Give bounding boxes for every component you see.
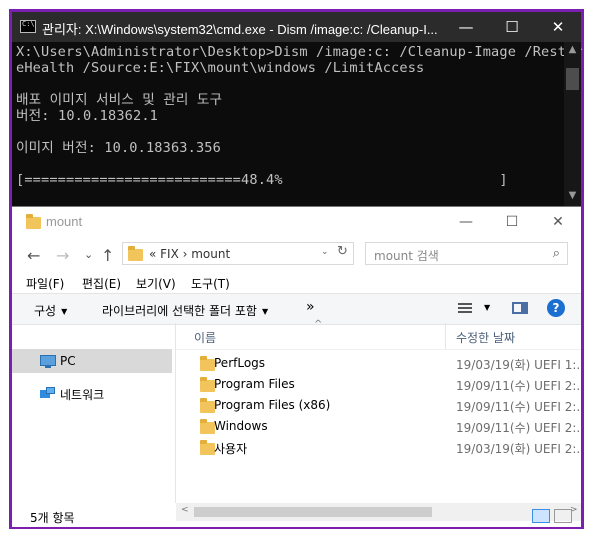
file-date: 19/03/19(화) UEFI 2:... — [456, 442, 581, 456]
recent-locations-icon[interactable]: ⌄ — [84, 248, 93, 261]
explorer-minimize-button[interactable]: — — [443, 207, 489, 237]
file-name: Program Files (x86) — [214, 398, 331, 412]
column-header: 이름 ^ 수정한 날짜 — [176, 319, 581, 350]
column-date-header[interactable]: 수정한 날짜 — [456, 329, 515, 346]
column-name-header[interactable]: 이름 — [194, 329, 216, 346]
folder-icon — [200, 377, 215, 392]
explorer-close-button[interactable]: ✕ — [535, 207, 581, 237]
cmd-close-button[interactable]: ✕ — [535, 12, 581, 42]
folder-icon — [200, 440, 215, 455]
file-date: 19/09/11(수) UEFI 2:... — [456, 400, 581, 414]
file-name: PerfLogs — [214, 356, 266, 370]
view-options-button[interactable]: ▼ — [479, 300, 490, 314]
item-count: 5개 항목 — [30, 511, 75, 525]
organize-label: 구성 — [34, 304, 57, 318]
file-list: 이름 ^ 수정한 날짜 PerfLogs 19/03/19(화) UEFI 1:… — [176, 319, 581, 503]
navigation-bar: ← → ⌄ ↑ « FIX › mount ⌄ ↻ mount 검색 ⌕ — [12, 239, 581, 271]
search-input[interactable]: mount 검색 ⌕ — [365, 242, 568, 265]
more-commands-button[interactable]: » — [306, 299, 315, 315]
computer-icon — [40, 355, 56, 368]
cmd-line: X:\Users\Administrator\Desktop>Dism /ima… — [16, 44, 583, 60]
cmd-scroll-thumb[interactable] — [566, 68, 579, 90]
scroll-down-icon[interactable]: ▼ — [564, 190, 581, 201]
include-in-library-button[interactable]: 라이브러리에 선택한 폴더 포함 ▼ — [102, 302, 268, 319]
chevron-down-icon[interactable]: ⌄ — [321, 247, 329, 257]
file-name: Program Files — [214, 377, 295, 391]
cmd-titlebar[interactable]: 관리자: X:\Windows\system32\cmd.exe - Dism … — [12, 12, 581, 42]
menu-view[interactable]: 보기(V) — [136, 275, 176, 292]
caret-down-icon: ▼ — [261, 307, 269, 316]
nav-item-label: PC — [60, 354, 76, 368]
folder-icon — [200, 356, 215, 371]
preview-pane-icon[interactable] — [512, 302, 528, 314]
file-date: 19/09/11(수) UEFI 2:... — [456, 379, 581, 393]
menu-tools[interactable]: 도구(T) — [191, 275, 230, 292]
cmd-output[interactable]: X:\Users\Administrator\Desktop>Dism /ima… — [16, 44, 583, 204]
nav-item-network[interactable]: 네트워크 — [12, 381, 172, 405]
cmd-minimize-button[interactable]: — — [443, 12, 489, 42]
include-in-library-label: 라이브러리에 선택한 폴더 포함 — [102, 304, 257, 318]
address-bar[interactable]: « FIX › mount ⌄ ↻ — [122, 242, 354, 265]
cmd-window: 관리자: X:\Windows\system32\cmd.exe - Dism … — [12, 12, 583, 206]
folder-icon — [200, 398, 215, 413]
help-icon[interactable]: ? — [547, 299, 565, 317]
cmd-line — [16, 76, 562, 92]
organize-button[interactable]: 구성 ▼ — [34, 302, 67, 319]
folder-icon — [26, 214, 41, 229]
explorer-maximize-button[interactable]: ☐ — [489, 207, 535, 237]
cmd-line: 이미지 버전: 10.0.18363.356 — [16, 140, 221, 156]
nav-item-pc[interactable]: PC — [12, 349, 172, 373]
cmd-line: 버전: 10.0.18362.1 — [16, 108, 158, 124]
back-arrow-icon[interactable]: ← — [27, 246, 40, 265]
file-row[interactable]: Program Files 19/09/11(수) UEFI 2:... — [176, 374, 581, 395]
command-bar: 구성 ▼ 라이브러리에 선택한 폴더 포함 ▼ » ▼ ? — [12, 293, 581, 325]
up-arrow-icon[interactable]: ↑ — [101, 246, 114, 265]
explorer-window: mount — ☐ ✕ ← → ⌄ ↑ « FIX › mount ⌄ ↻ mo… — [12, 206, 581, 527]
cmd-progress-line: [==========================48.4% ] — [16, 172, 508, 188]
sort-ascending-icon: ^ — [314, 319, 323, 330]
breadcrumb[interactable]: « FIX › mount — [149, 247, 230, 261]
details-view-icon[interactable] — [532, 509, 550, 523]
cmd-app-icon — [20, 20, 36, 33]
caret-down-icon: ▼ — [484, 303, 491, 312]
navigation-pane: PC 네트워크 — [12, 323, 176, 503]
scroll-up-icon[interactable]: ▲ — [564, 44, 581, 55]
menu-file[interactable]: 파일(F) — [26, 275, 64, 292]
large-icons-view-icon[interactable] — [554, 509, 572, 523]
file-name: 사용자 — [214, 442, 248, 456]
file-name: Windows — [214, 419, 268, 433]
search-icon[interactable]: ⌕ — [553, 246, 560, 261]
file-row[interactable]: Windows 19/09/11(수) UEFI 2:... — [176, 416, 581, 437]
file-date: 19/09/11(수) UEFI 2:... — [456, 421, 581, 435]
cmd-line — [16, 156, 562, 172]
column-divider[interactable] — [445, 323, 446, 349]
forward-arrow-icon[interactable]: → — [56, 246, 69, 265]
screenshot-frame: 관리자: X:\Windows\system32\cmd.exe - Dism … — [9, 9, 584, 529]
cmd-maximize-button[interactable]: ☐ — [489, 12, 535, 42]
file-row[interactable]: 사용자 19/03/19(화) UEFI 2:... — [176, 437, 581, 458]
network-icon — [40, 387, 56, 399]
menu-edit[interactable]: 편집(E) — [82, 275, 121, 292]
file-date: 19/03/19(화) UEFI 1:... — [456, 358, 581, 372]
explorer-titlebar[interactable]: mount — ☐ ✕ — [12, 207, 581, 237]
cmd-scrollbar[interactable]: ▲ ▼ — [564, 42, 581, 206]
cmd-line: eHealth /Source:E:\FIX\mount\windows /Li… — [16, 60, 425, 76]
explorer-title: mount — [46, 214, 83, 229]
folder-icon — [128, 246, 143, 261]
file-row[interactable]: Program Files (x86) 19/09/11(수) UEFI 2:.… — [176, 395, 581, 416]
cmd-line: 배포 이미지 서비스 및 관리 도구 — [16, 92, 223, 108]
refresh-icon[interactable]: ↻ — [337, 244, 348, 259]
nav-item-label: 네트워크 — [60, 388, 105, 402]
status-bar: 5개 항목 — [12, 505, 581, 527]
search-placeholder: mount 검색 — [374, 249, 439, 263]
menu-bar: 파일(F) 편집(E) 보기(V) 도구(T) — [12, 273, 581, 293]
caret-down-icon: ▼ — [61, 307, 68, 316]
file-row[interactable]: PerfLogs 19/03/19(화) UEFI 1:... — [176, 353, 581, 374]
folder-icon — [200, 419, 215, 434]
cmd-title: 관리자: X:\Windows\system32\cmd.exe - Dism … — [42, 22, 438, 37]
change-view-icon[interactable] — [458, 303, 472, 314]
cmd-line — [16, 124, 562, 140]
